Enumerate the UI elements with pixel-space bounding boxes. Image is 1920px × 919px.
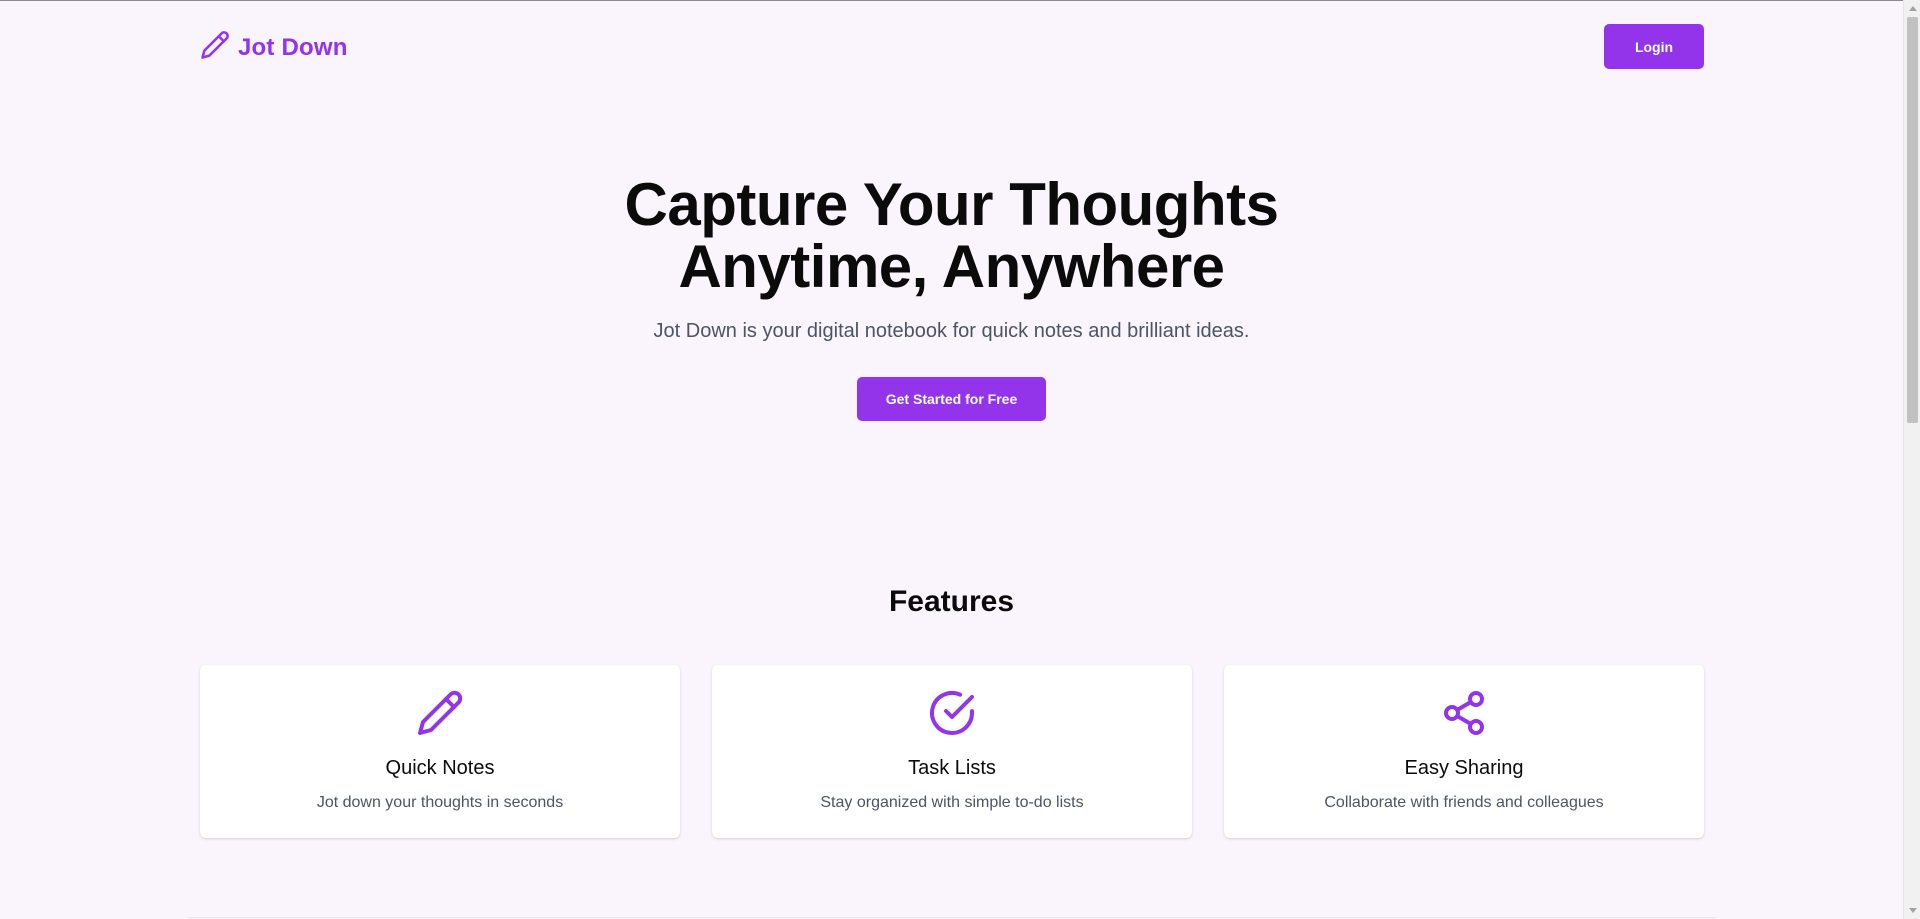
feature-card-quick-notes: Quick Notes Jot down your thoughts in se…	[200, 665, 680, 838]
get-started-button[interactable]: Get Started for Free	[857, 377, 1046, 421]
hero-title: Capture Your Thoughts Anytime, Anywhere	[560, 174, 1343, 298]
window-top-border	[0, 0, 1903, 1]
pencil-icon	[200, 30, 230, 65]
feature-title: Task Lists	[908, 757, 996, 779]
feature-title: Easy Sharing	[1404, 757, 1524, 779]
login-button[interactable]: Login	[1604, 24, 1704, 69]
brand-logo[interactable]: Jot Down	[200, 30, 348, 65]
scroll-up-arrow-icon[interactable]	[1904, 0, 1920, 17]
hero-subtitle: Jot Down is your digital notebook for qu…	[653, 320, 1250, 342]
pencil-icon	[416, 689, 464, 737]
feature-card-task-lists: Task Lists Stay organized with simple to…	[712, 665, 1192, 838]
hero-title-line-1: Capture Your Thoughts	[624, 171, 1279, 238]
section-divider	[188, 917, 1716, 918]
scroll-down-arrow-icon[interactable]	[1904, 902, 1920, 919]
feature-title: Quick Notes	[385, 757, 495, 779]
check-circle-icon	[928, 689, 976, 737]
feature-card-easy-sharing: Easy Sharing Collaborate with friends an…	[1224, 665, 1704, 838]
brand-name: Jot Down	[238, 33, 348, 61]
scrollbar-thumb[interactable]	[1907, 17, 1918, 423]
features-heading: Features	[888, 585, 1015, 618]
feature-description: Collaborate with friends and colleagues	[1324, 794, 1604, 811]
feature-description: Stay organized with simple to-do lists	[820, 794, 1084, 811]
hero-title-line-2: Anytime, Anywhere	[678, 233, 1225, 300]
feature-description: Jot down your thoughts in seconds	[316, 794, 564, 811]
vertical-scrollbar[interactable]	[1903, 0, 1920, 919]
share-icon	[1440, 689, 1488, 737]
